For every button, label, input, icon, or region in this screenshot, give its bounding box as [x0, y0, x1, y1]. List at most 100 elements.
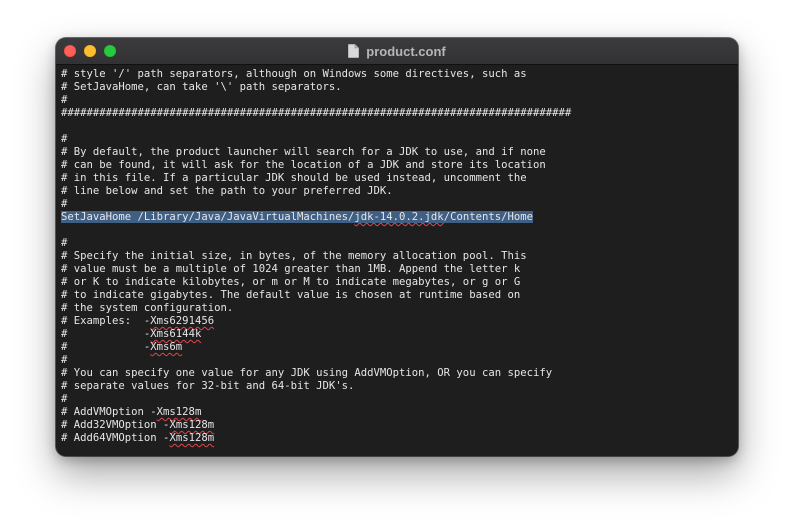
text-segment: # -: [61, 341, 151, 353]
line-content: # or K to indicate kilobytes, or m or M …: [61, 276, 520, 288]
misspelled-word: Xms128m: [169, 432, 215, 444]
text-segment: #: [61, 393, 68, 405]
code-line[interactable]: # By default, the product launcher will …: [61, 146, 571, 159]
text-segment: # Add64VMOption -: [61, 432, 170, 444]
code-line[interactable]: # style '/' path separators, although on…: [61, 68, 571, 81]
window-title-group: product.conf: [56, 38, 738, 64]
text-segment: # style '/' path separators, although on…: [61, 68, 527, 80]
line-content: # can be in either UNIX or DOS format fo…: [61, 65, 539, 67]
text-editor-area[interactable]: # can be in either UNIX or DOS format fo…: [56, 65, 738, 456]
text-segment: #: [61, 198, 68, 210]
line-content: # Specify the initial size, in bytes, of…: [61, 250, 527, 262]
line-content: # style '/' path separators, although on…: [61, 68, 527, 80]
code-line[interactable]: # SetJavaHome, can take '\' path separat…: [61, 81, 571, 94]
line-content: #: [61, 237, 67, 249]
code-line[interactable]: # line below and set the path to your pr…: [61, 185, 571, 198]
text-segment: #: [61, 94, 68, 106]
text-segment: #: [61, 133, 68, 145]
code-line[interactable]: #: [61, 198, 571, 211]
text-segment: #: [61, 354, 68, 366]
text-segment: #: [61, 237, 68, 249]
code-line[interactable]: # Add32VMOption -Xms128m: [61, 419, 571, 432]
code-line[interactable]: ########################################…: [61, 107, 571, 120]
line-content: # to indicate gigabytes. The default val…: [61, 289, 520, 301]
code-line[interactable]: [61, 120, 571, 133]
text-segment: # in this file. If a particular JDK shou…: [61, 172, 527, 184]
line-content: # Add32VMOption -Xms128m: [61, 419, 214, 431]
code-lines: # can be in either UNIX or DOS format fo…: [61, 65, 571, 445]
code-line[interactable]: SetJavaHome /Library/Java/JavaVirtualMac…: [61, 211, 571, 224]
line-content: #: [61, 94, 67, 106]
code-line[interactable]: #: [61, 133, 571, 146]
line-content: #: [61, 198, 67, 210]
editor-window: product.conf # can be in either UNIX or …: [56, 38, 738, 456]
misspelled-word: jdk-14.0.2.jdk: [354, 211, 444, 223]
line-content: ########################################…: [61, 107, 571, 119]
text-segment: # or K to indicate kilobytes, or m or M …: [61, 276, 521, 288]
line-content: # -Xms6144k: [61, 328, 201, 340]
text-segment: # You can specify one value for any JDK …: [61, 367, 553, 379]
line-content: #: [61, 354, 67, 366]
line-content: # the system configuration.: [61, 302, 233, 314]
code-line[interactable]: # You can specify one value for any JDK …: [61, 367, 571, 380]
code-line[interactable]: #: [61, 393, 571, 406]
line-content: # in this file. If a particular JDK shou…: [61, 172, 527, 184]
text-segment: # to indicate gigabytes. The default val…: [61, 289, 521, 301]
text-segment: # separate values for 32-bit and 64-bit …: [61, 380, 355, 392]
text-segment: # can be in either UNIX or DOS format fo…: [61, 65, 539, 67]
misspelled-word: Xms128m: [169, 419, 215, 431]
text-segment: # value must be a multiple of 1024 great…: [61, 263, 521, 275]
misspelled-word: Xms6291456: [150, 315, 215, 327]
code-line[interactable]: [61, 224, 571, 237]
code-line[interactable]: # can be found, it will ask for the loca…: [61, 159, 571, 172]
text-segment: ########################################…: [61, 107, 572, 119]
misspelled-word: Xms6144k: [150, 328, 202, 340]
line-content: #: [61, 393, 67, 405]
text-segment: SetJavaHome /Library/Java/JavaVirtualMac…: [61, 211, 355, 223]
text-segment: # SetJavaHome, can take '\' path separat…: [61, 81, 342, 93]
selected-text: SetJavaHome /Library/Java/JavaVirtualMac…: [61, 211, 533, 223]
text-segment: # -: [61, 328, 151, 340]
misspelled-word: Xms6m: [150, 341, 183, 353]
text-segment: # the system configuration.: [61, 302, 234, 314]
line-content: # -Xms6m: [61, 341, 182, 353]
code-line[interactable]: # Add64VMOption -Xms128m: [61, 432, 571, 445]
text-segment: # Add32VMOption -: [61, 419, 170, 431]
code-line[interactable]: # in this file. If a particular JDK shou…: [61, 172, 571, 185]
code-line[interactable]: # AddVMOption -Xms128m: [61, 406, 571, 419]
text-segment: # Examples: -: [61, 315, 151, 327]
line-content: # AddVMOption -Xms128m: [61, 406, 201, 418]
code-line[interactable]: # Specify the initial size, in bytes, of…: [61, 250, 571, 263]
line-content: # line below and set the path to your pr…: [61, 185, 393, 197]
document-icon: [348, 44, 360, 58]
line-content: #: [61, 133, 67, 145]
misspelled-word: Xms128m: [156, 406, 202, 418]
text-segment: # can be found, it will ask for the loca…: [61, 159, 546, 171]
title-bar[interactable]: product.conf: [56, 38, 738, 65]
code-line[interactable]: # to indicate gigabytes. The default val…: [61, 289, 571, 302]
window-title: product.conf: [366, 43, 446, 59]
line-content: # separate values for 32-bit and 64-bit …: [61, 380, 354, 392]
text-segment: # Specify the initial size, in bytes, of…: [61, 250, 527, 262]
line-content: # Add64VMOption -Xms128m: [61, 432, 214, 444]
line-content: # You can specify one value for any JDK …: [61, 367, 552, 379]
code-line[interactable]: #: [61, 94, 571, 107]
text-segment: # By default, the product launcher will …: [61, 146, 546, 158]
code-line[interactable]: # -Xms6m: [61, 341, 571, 354]
code-line[interactable]: # separate values for 32-bit and 64-bit …: [61, 380, 571, 393]
text-segment: # line below and set the path to your pr…: [61, 185, 393, 197]
code-line[interactable]: # Examples: -Xms6291456: [61, 315, 571, 328]
line-content: # value must be a multiple of 1024 great…: [61, 263, 520, 275]
code-line[interactable]: # the system configuration.: [61, 302, 571, 315]
line-content: # Examples: -Xms6291456: [61, 315, 214, 327]
line-content: # can be found, it will ask for the loca…: [61, 159, 546, 171]
code-line[interactable]: #: [61, 354, 571, 367]
text-segment: # AddVMOption -: [61, 406, 157, 418]
code-line[interactable]: # or K to indicate kilobytes, or m or M …: [61, 276, 571, 289]
code-line[interactable]: # value must be a multiple of 1024 great…: [61, 263, 571, 276]
code-line[interactable]: # -Xms6144k: [61, 328, 571, 341]
code-line[interactable]: #: [61, 237, 571, 250]
line-content: # SetJavaHome, can take '\' path separat…: [61, 81, 342, 93]
text-segment: /Contents/Home: [443, 211, 533, 223]
line-content: # By default, the product launcher will …: [61, 146, 546, 158]
